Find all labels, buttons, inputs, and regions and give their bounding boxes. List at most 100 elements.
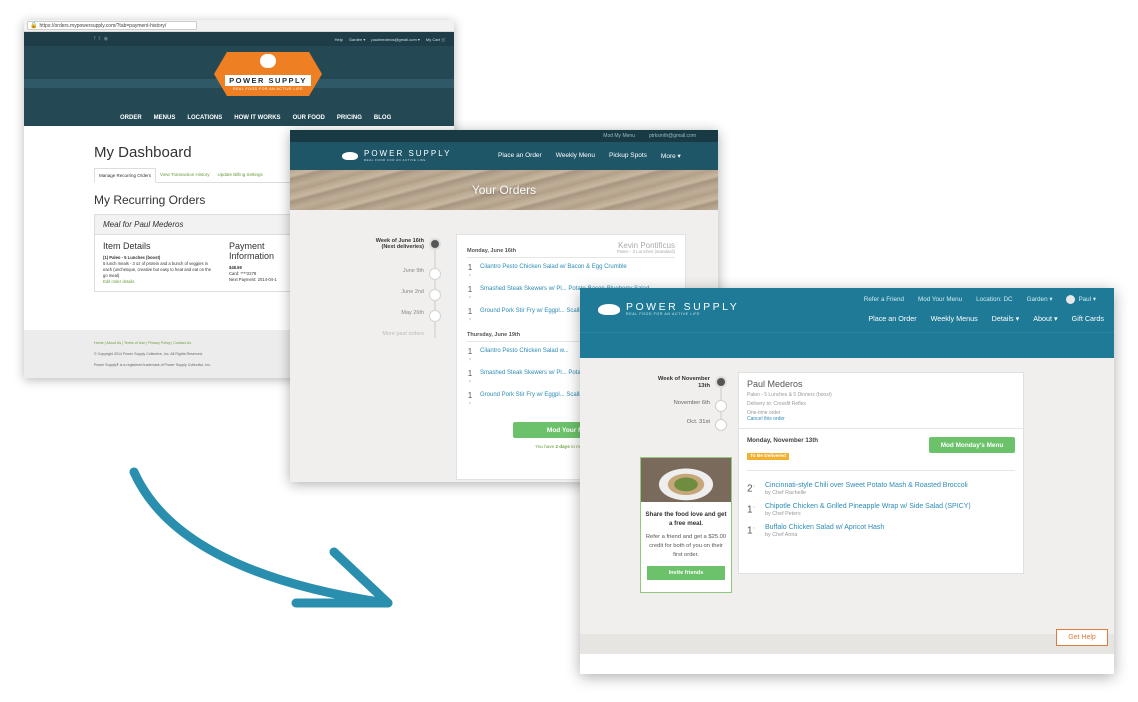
nav-weekly-menu[interactable]: Weekly Menu — [556, 152, 595, 160]
top-utility-bar: Mod My Menu ptrksmth@gmail.com — [290, 130, 718, 142]
utility-links: Refer a Friend Mod Your Menu Location: D… — [864, 295, 1096, 304]
mod-monday-menu-button[interactable]: Mod Monday's Menu — [929, 437, 1015, 453]
nav-blog[interactable]: BLOG — [374, 115, 391, 121]
timeline-item[interactable]: Oct. 31st — [636, 419, 728, 438]
timeline-dot-icon — [429, 310, 441, 322]
meal-item: 1× Chipotle Chicken & Grilled Pineapple … — [747, 502, 1015, 517]
nav-pickup-spots[interactable]: Pickup Spots — [609, 152, 647, 160]
hero-header: POWER SUPPLY REAL FOOD FOR AN ACTIVE LIF… — [24, 46, 454, 126]
referral-promo: Share the food love and get a free meal.… — [640, 457, 732, 593]
remove-icon[interactable]: × — [467, 378, 473, 386]
tab-manage-recurring[interactable]: Manage Recurring Orders — [94, 168, 157, 183]
meal-qty: 1 — [467, 263, 473, 272]
redesigned-orders-screenshot: POWER SUPPLY REAL FOOD FOR AN ACTIVE LIF… — [580, 288, 1114, 674]
meal-chef: by Chef Anna — [765, 532, 798, 538]
main-nav: Place an Order Weekly Menu Pickup Spots … — [498, 152, 681, 160]
order-card-header: Paul Mederos Paleo - 5 Lunches & 5 Dinne… — [739, 373, 1023, 429]
tab-billing-settings[interactable]: Update Billing Settings — [213, 168, 266, 182]
remove-icon[interactable]: × — [753, 483, 755, 488]
url-text: https://orders.mypowersupply.com/?tab=pa… — [39, 22, 167, 29]
meal-item: 1× Buffalo Chicken Salad w/ Apricot Hash… — [747, 523, 1015, 538]
item-details-heading: Item Details — [103, 241, 151, 251]
power-supply-logo[interactable]: POWER SUPPLY REAL FOOD FOR AN ACTIVE LIF… — [342, 150, 498, 162]
edit-order-link[interactable]: Edit order details — [103, 279, 215, 285]
meal-name-link[interactable]: Cilantro Pesto Chicken Salad w/ Bacon & … — [480, 264, 627, 280]
logo-text: POWER SUPPLY — [364, 149, 452, 158]
remove-icon[interactable]: × — [467, 356, 473, 364]
timeline-dot-icon — [429, 268, 441, 280]
nav-about[interactable]: About ▾ — [1033, 314, 1057, 323]
timeline-week-sublabel: 13th — [698, 382, 710, 389]
banner-title: Your Orders — [471, 183, 537, 197]
orders-banner: Your Orders — [290, 170, 718, 210]
note-days: 2 days — [555, 444, 570, 449]
mod-my-menu-link[interactable]: Mod My Menu — [603, 133, 635, 139]
fist-icon — [260, 54, 276, 68]
location-selector[interactable]: Location: DC — [976, 296, 1012, 303]
timeline-item[interactable]: May 26th — [350, 310, 442, 331]
nav-our-food[interactable]: OUR FOOD — [293, 115, 325, 121]
account-menu[interactable]: paulmederos@gmail.com ▾ — [371, 37, 420, 42]
meal-qty: 1 — [467, 391, 473, 400]
pinterest-icon[interactable]: ◉ — [104, 36, 108, 42]
nav-pricing[interactable]: PRICING — [337, 115, 362, 121]
nav-details[interactable]: Details ▾ — [992, 314, 1020, 323]
meal-name-link[interactable]: Chipotle Chicken & Grilled Pineapple Wra… — [765, 502, 971, 511]
mod-your-menu-link[interactable]: Mod Your Menu — [918, 296, 962, 303]
remove-icon[interactable]: × — [467, 272, 473, 280]
power-supply-logo[interactable]: POWER SUPPLY REAL FOOD FOR AN ACTIVE LIF… — [214, 52, 322, 96]
remove-icon[interactable]: × — [467, 294, 473, 302]
garden-menu[interactable]: Garden ▾ — [349, 37, 365, 42]
tab-transaction-history[interactable]: View Transaction History — [156, 168, 213, 182]
week-timeline: Week of November 13th November 6th Oct. … — [636, 376, 728, 438]
nav-more[interactable]: More ▾ — [661, 152, 681, 160]
user-menu[interactable]: Paul ▾ — [1066, 295, 1096, 304]
account-email[interactable]: ptrksmth@gmail.com — [649, 133, 696, 139]
lock-icon: 🔒 — [30, 23, 38, 29]
timeline-item[interactable]: June 9th — [350, 268, 442, 289]
remove-icon[interactable]: × — [467, 400, 473, 408]
remove-icon[interactable]: × — [467, 316, 473, 324]
timeline-dot-icon — [715, 400, 727, 412]
meal-name-link[interactable]: Cilantro Pesto Chicken Salad w... — [480, 348, 569, 364]
navbar: POWER SUPPLY REAL FOOD FOR AN ACTIVE LIF… — [290, 142, 718, 170]
twitter-icon[interactable]: 𝕥 — [98, 36, 100, 42]
remove-icon[interactable]: × — [753, 504, 755, 509]
nav-how-it-works[interactable]: HOW IT WORKS — [234, 115, 280, 121]
power-supply-logo[interactable]: POWER SUPPLY REAL FOOD FOR AN ACTIVE LIF… — [598, 302, 739, 316]
logo-mark-icon — [342, 152, 358, 160]
timeline-item-current[interactable]: Week of November 13th — [636, 376, 728, 400]
timeline-item[interactable]: June 2nd — [350, 289, 442, 310]
url-field[interactable]: 🔒 https://orders.mypowersupply.com/?tab=… — [27, 21, 197, 30]
timeline-date: June 9th — [402, 268, 424, 274]
top-links: Help Garden ▾ paulmederos@gmail.com ▾ My… — [335, 37, 446, 42]
nav-place-order[interactable]: Place an Order — [868, 314, 916, 323]
meal-item: 1 × Cilantro Pesto Chicken Salad w/ Bacon… — [467, 264, 675, 280]
invite-friends-button[interactable]: Invite friends — [647, 566, 725, 580]
remove-icon[interactable]: × — [753, 525, 755, 530]
site-header: POWER SUPPLY REAL FOOD FOR AN ACTIVE LIF… — [580, 288, 1114, 332]
meal-name-link[interactable]: Buffalo Chicken Salad w/ Apricot Hash — [765, 523, 884, 532]
get-help-button[interactable]: Get Help — [1056, 629, 1108, 646]
refer-friend-link[interactable]: Refer a Friend — [864, 296, 904, 303]
nav-locations[interactable]: LOCATIONS — [187, 115, 222, 121]
meal-qty: 1 — [467, 285, 473, 294]
facebook-icon[interactable]: f — [94, 36, 95, 42]
item-details: Item Details (1) Paleo - 5 Lunches (boos… — [103, 241, 215, 285]
timeline-item[interactable]: November 6th — [636, 400, 728, 419]
garden-menu[interactable]: Garden ▾ — [1027, 296, 1053, 303]
cancel-order-link[interactable]: Cancel this order — [747, 416, 1015, 422]
help-link[interactable]: Help — [335, 37, 343, 42]
timeline-dot-icon — [715, 419, 727, 431]
nav-weekly-menus[interactable]: Weekly Menus — [931, 314, 978, 323]
nav-order[interactable]: ORDER — [120, 115, 142, 121]
more-past-orders-link[interactable]: More past orders — [350, 331, 442, 352]
meal-qty: 1 — [467, 307, 473, 316]
cart-link[interactable]: My Cart 🛒 — [426, 37, 446, 42]
nav-place-order[interactable]: Place an Order — [498, 152, 542, 160]
logo-tagline: REAL FOOD FOR AN ACTIVE LIFE — [364, 158, 426, 162]
timeline-item-current[interactable]: Week of June 16th (Next deliveries) — [350, 238, 442, 268]
nav-menus[interactable]: MENUS — [154, 115, 176, 121]
nav-gift-cards[interactable]: Gift Cards — [1072, 314, 1104, 323]
meal-name-link[interactable]: Cincinnati-style Chili over Sweet Potato… — [765, 481, 968, 490]
